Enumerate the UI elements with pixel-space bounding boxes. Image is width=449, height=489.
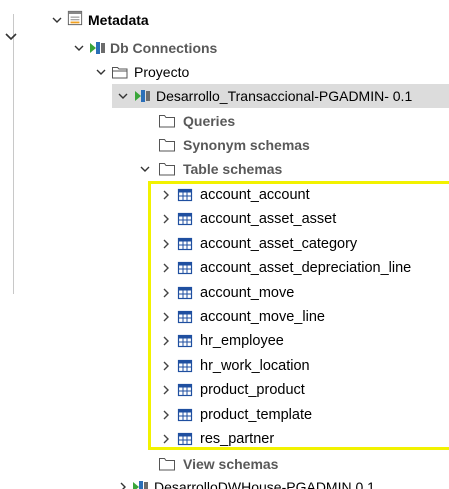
db-connection-icon xyxy=(133,481,148,489)
table-label: account_asset_asset xyxy=(200,211,337,228)
tree-node-label: View schemas xyxy=(183,456,279,472)
table-label: account_account xyxy=(200,187,310,203)
collapsed-chevron-icon[interactable] xyxy=(161,336,171,346)
collapsed-chevron-icon[interactable] xyxy=(161,239,171,249)
db-connection-icon xyxy=(135,90,150,102)
table-icon xyxy=(177,335,193,348)
folder-open-icon xyxy=(112,67,128,79)
collapsed-chevron-icon[interactable] xyxy=(161,214,171,224)
folder-icon xyxy=(159,458,175,471)
tree-node-label: Metadata xyxy=(88,12,149,28)
table-label: account_move xyxy=(200,284,295,301)
table-label: hr_employee xyxy=(200,333,284,350)
folder-icon xyxy=(159,115,175,128)
collapsed-chevron-icon[interactable] xyxy=(161,312,171,322)
tree-node-label: DesarrolloDWHouse-PGADMIN 0.1 xyxy=(154,479,375,489)
metadata-folder-icon xyxy=(67,10,83,26)
table-row[interactable]: hr_work_location xyxy=(0,354,449,378)
table-icon xyxy=(177,310,193,324)
folder-icon xyxy=(159,163,175,176)
collapsed-chevron-icon[interactable] xyxy=(118,482,128,489)
expand-chevron-icon[interactable] xyxy=(52,15,62,25)
table-row[interactable]: account_account xyxy=(0,183,449,207)
table-icon xyxy=(177,213,193,226)
tree-node-connection-selected[interactable]: Desarrollo_Transaccional-PGADMIN- 0.1 xyxy=(112,84,449,108)
tree-node-proyecto[interactable]: Proyecto xyxy=(0,60,449,84)
table-label: res_partner xyxy=(200,431,275,447)
tree-node-next-connection[interactable]: DesarrolloDWHouse-PGADMIN 0.1 xyxy=(118,478,449,489)
repository-tree: Metadata Db Connections Proyecto Desarro… xyxy=(0,0,449,489)
table-label: account_asset_category xyxy=(200,235,358,252)
table-label: product_product xyxy=(200,382,305,399)
tree-node-table-schemas[interactable]: Table schemas xyxy=(0,157,449,181)
collapsed-chevron-icon[interactable] xyxy=(161,288,171,298)
tree-node-label: Synonym schemas xyxy=(183,137,310,153)
collapsed-chevron-icon[interactable] xyxy=(161,385,171,395)
folder-icon xyxy=(159,139,175,152)
table-row[interactable]: product_product xyxy=(0,378,449,402)
collapsed-chevron-icon[interactable] xyxy=(161,361,171,371)
collapsed-chevron-icon[interactable] xyxy=(161,263,171,273)
table-label: product_template xyxy=(200,406,313,423)
tree-node-label: Proyecto xyxy=(134,64,190,80)
tree-node-synonym-schemas[interactable]: Synonym schemas xyxy=(0,133,449,157)
expand-chevron-icon[interactable] xyxy=(74,43,84,53)
collapsed-chevron-icon[interactable] xyxy=(161,410,171,420)
collapsed-chevron-icon[interactable] xyxy=(161,434,171,444)
tree-node-label: Table schemas xyxy=(183,161,283,177)
table-row[interactable]: account_asset_asset xyxy=(0,207,449,231)
tree-node-label: Desarrollo_Transaccional-PGADMIN- 0.1 xyxy=(156,88,413,104)
table-row[interactable]: account_move_line xyxy=(0,305,449,329)
table-row[interactable]: hr_employee xyxy=(0,329,449,353)
table-icon xyxy=(177,432,193,446)
table-row[interactable]: account_move xyxy=(0,281,449,305)
table-row[interactable]: account_asset_category xyxy=(0,232,449,256)
tree-node-label: Queries xyxy=(183,113,236,129)
table-label: hr_work_location xyxy=(200,357,310,374)
table-label: account_asset_depreciation_line xyxy=(200,260,412,277)
expand-chevron-icon[interactable] xyxy=(140,164,150,174)
tree-node-queries[interactable]: Queries xyxy=(0,109,449,133)
table-icon xyxy=(177,188,193,202)
collapsed-chevron-icon[interactable] xyxy=(161,190,171,200)
table-row[interactable]: account_asset_depreciation_line xyxy=(0,256,449,280)
table-icon xyxy=(177,286,193,299)
expand-chevron-icon[interactable] xyxy=(118,91,128,101)
table-label: account_move_line xyxy=(200,309,325,325)
table-icon xyxy=(177,237,193,250)
expand-chevron-icon[interactable] xyxy=(96,67,106,77)
tree-node-label: Db Connections xyxy=(110,40,218,56)
tree-node-metadata[interactable]: Metadata xyxy=(0,8,449,32)
table-icon xyxy=(177,359,193,372)
db-connection-icon xyxy=(90,42,105,54)
table-row[interactable]: res_partner xyxy=(0,427,449,451)
table-icon xyxy=(177,408,193,421)
tree-node-view-schemas[interactable]: View schemas xyxy=(0,452,449,476)
table-row[interactable]: product_template xyxy=(0,403,449,427)
table-icon xyxy=(177,262,193,275)
tree-node-db-connections[interactable]: Db Connections xyxy=(0,36,449,60)
table-icon xyxy=(177,384,193,397)
